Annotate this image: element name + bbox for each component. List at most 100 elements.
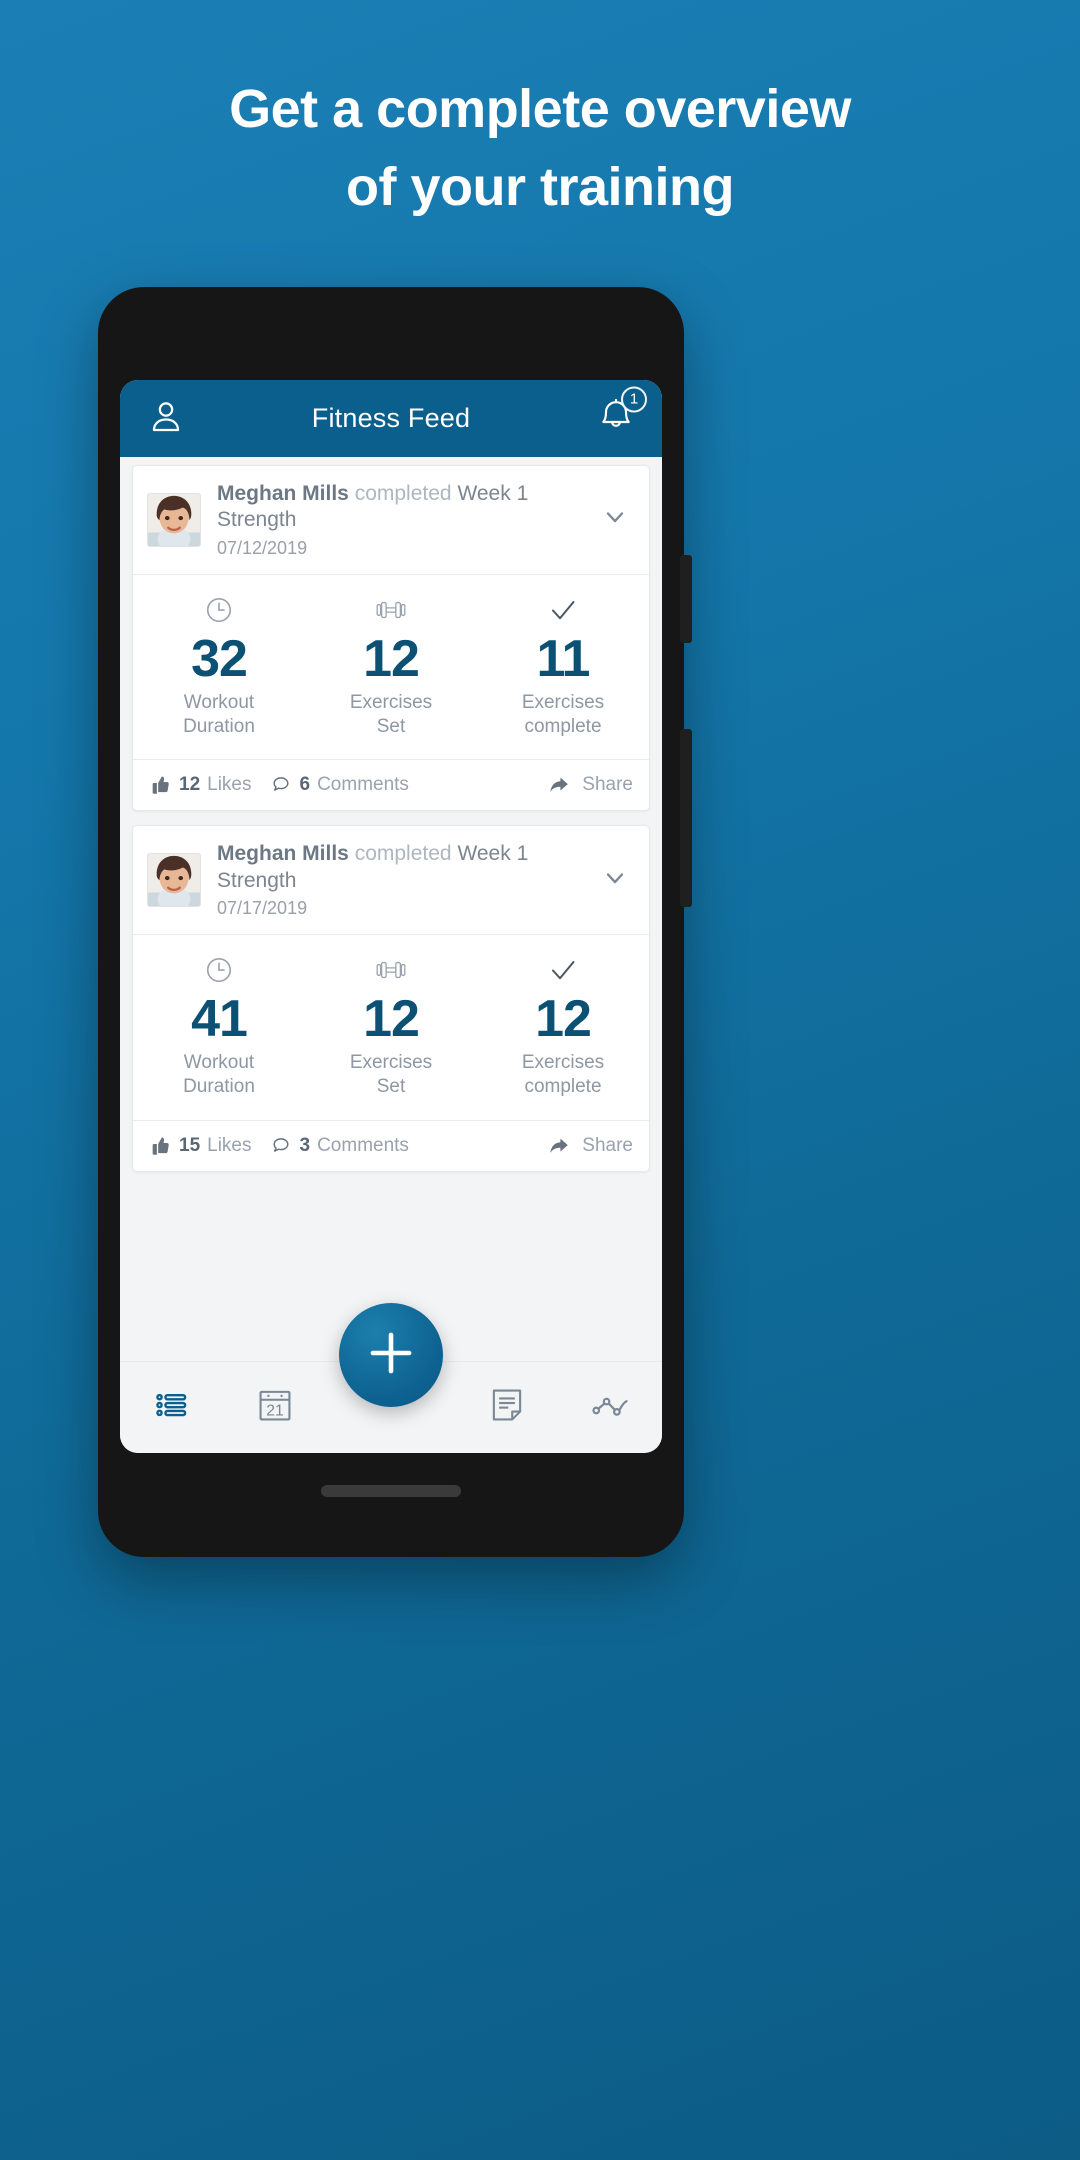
likes-label: Likes: [207, 1134, 252, 1156]
card-user-name: Meghan Mills: [217, 482, 349, 505]
stat-label: Exercises Set: [305, 1051, 477, 1100]
stat-value: 41: [191, 989, 248, 1048]
check-icon: [477, 593, 649, 627]
dumbbell-icon: [305, 593, 477, 627]
comments-label: Comments: [317, 774, 409, 796]
stat-label: Exercises Set: [305, 691, 477, 740]
app-bar: Fitness Feed 1: [120, 380, 662, 457]
card-user-name: Meghan Mills: [217, 842, 349, 866]
stat-workout-duration: 41 Workout Duration: [133, 953, 305, 1100]
stat-label: Workout Duration: [133, 691, 305, 740]
calendar-icon: 21: [254, 1384, 296, 1431]
svg-text:21: 21: [266, 1403, 284, 1420]
profile-icon[interactable]: [147, 397, 185, 440]
headline-line-2: of your training: [346, 157, 734, 218]
stat-label-line-2: Duration: [183, 715, 255, 737]
headline-line-1: Get a complete overview: [229, 79, 851, 139]
card-activity-line: Meghan Mills completed Week 1 Strength: [217, 481, 601, 534]
stat-label: Workout Duration: [133, 1051, 305, 1100]
card-header[interactable]: Meghan Mills completed Week 1 Strength 0…: [133, 826, 649, 935]
stat-label-line-1: Exercises: [349, 1051, 433, 1073]
stat-label-line-1: Workout: [183, 1051, 255, 1073]
stat-label-line-1: Exercises: [521, 691, 605, 713]
notification-badge: 1: [621, 386, 647, 412]
clock-icon: [133, 593, 305, 627]
stat-workout-duration: 32 Workout Duration: [133, 593, 305, 740]
plus-icon: [362, 1324, 420, 1387]
share-button[interactable]: Share: [547, 773, 633, 797]
stat-exercises-set: 12 Exercises Set: [305, 953, 477, 1100]
card-header[interactable]: Meghan Mills completed Week 1 Strength 0…: [133, 466, 649, 575]
stat-exercises-set: 12 Exercises Set: [305, 593, 477, 740]
avatar: [147, 492, 201, 547]
stat-value: 12: [535, 989, 592, 1048]
chevron-down-icon[interactable]: [601, 864, 635, 897]
feed-list: Meghan Mills completed Week 1 Strength 0…: [120, 457, 662, 1172]
comments-button[interactable]: 6 Comments: [270, 774, 409, 796]
promo-headline: Get a complete overview of your training: [0, 70, 1080, 227]
stat-value: 12: [363, 989, 420, 1048]
share-label: Share: [582, 774, 633, 796]
stat-label-line-1: Exercises: [521, 1051, 605, 1073]
share-label: Share: [582, 1134, 633, 1156]
stat-label-line-2: Set: [376, 1076, 406, 1098]
stat-label-line-2: complete: [524, 1076, 602, 1098]
stat-value: 32: [191, 629, 248, 688]
stat-label-line-2: complete: [524, 715, 602, 737]
likes-button[interactable]: 15 Likes: [149, 1135, 252, 1157]
card-footer: 15 Likes 3 Comments Share: [133, 1121, 649, 1171]
nav-item-notes[interactable]: [456, 1384, 559, 1431]
note-icon: [486, 1384, 528, 1431]
dumbbell-icon: [305, 953, 477, 987]
comments-label: Comments: [317, 1134, 409, 1156]
comments-count: 6: [299, 774, 311, 796]
stat-label-line-2: Set: [376, 715, 406, 737]
nav-item-calendar[interactable]: 21: [223, 1384, 326, 1431]
stat-label-line-1: Workout: [183, 691, 255, 713]
stat-label-line-1: Exercises: [349, 691, 433, 713]
likes-button[interactable]: 12 Likes: [149, 774, 252, 796]
share-button[interactable]: Share: [547, 1134, 633, 1158]
home-indicator: [321, 1485, 461, 1497]
card-verb: completed: [354, 842, 452, 866]
nav-item-workouts[interactable]: [120, 1384, 223, 1431]
stat-label: Exercises complete: [477, 691, 649, 740]
add-button[interactable]: [339, 1303, 443, 1407]
card-stats: 32 Workout Duration 12 Exercises Set 11 …: [133, 575, 649, 761]
chevron-down-icon[interactable]: [601, 503, 635, 536]
comments-count: 3: [299, 1134, 311, 1156]
card-footer: 12 Likes 6 Comments Share: [133, 760, 649, 810]
phone-volume-button: [680, 555, 692, 643]
stat-value: 12: [363, 629, 420, 688]
bell-icon: 1: [596, 386, 647, 441]
card-header-text: Meghan Mills completed Week 1 Strength 0…: [201, 481, 601, 559]
stat-exercises-complete: 12 Exercises complete: [477, 953, 649, 1100]
stat-value: 11: [536, 629, 591, 688]
likes-count: 12: [179, 774, 201, 796]
feed-card[interactable]: Meghan Mills completed Week 1 Strength 0…: [132, 465, 650, 812]
stat-label-line-2: Duration: [183, 1076, 255, 1098]
stat-label: Exercises complete: [477, 1051, 649, 1100]
avatar: [147, 853, 201, 908]
phone-screen: Fitness Feed 1 Meghan Mills completed We…: [120, 380, 662, 1453]
card-verb: completed: [354, 482, 452, 505]
card-header-text: Meghan Mills completed Week 1 Strength 0…: [201, 841, 601, 919]
clock-icon: [133, 953, 305, 987]
phone-mockup: Fitness Feed 1 Meghan Mills completed We…: [98, 287, 692, 1557]
check-icon: [477, 953, 649, 987]
chart-line-icon: [588, 1383, 632, 1432]
comments-button[interactable]: 3 Comments: [270, 1135, 409, 1157]
feed-card[interactable]: Meghan Mills completed Week 1 Strength 0…: [132, 825, 650, 1172]
list-icon: [151, 1384, 193, 1431]
card-date: 07/17/2019: [217, 897, 308, 918]
notifications-button[interactable]: 1: [596, 386, 647, 441]
phone-power-button: [680, 729, 692, 907]
nav-item-progress[interactable]: [559, 1383, 662, 1432]
card-activity-line: Meghan Mills completed Week 1 Strength: [217, 841, 601, 894]
card-stats: 41 Workout Duration 12 Exercises Set 12 …: [133, 935, 649, 1121]
stat-exercises-complete: 11 Exercises complete: [477, 593, 649, 740]
likes-label: Likes: [207, 774, 252, 796]
likes-count: 15: [179, 1134, 201, 1156]
card-date: 07/12/2019: [217, 537, 308, 558]
page-title: Fitness Feed: [311, 403, 471, 433]
